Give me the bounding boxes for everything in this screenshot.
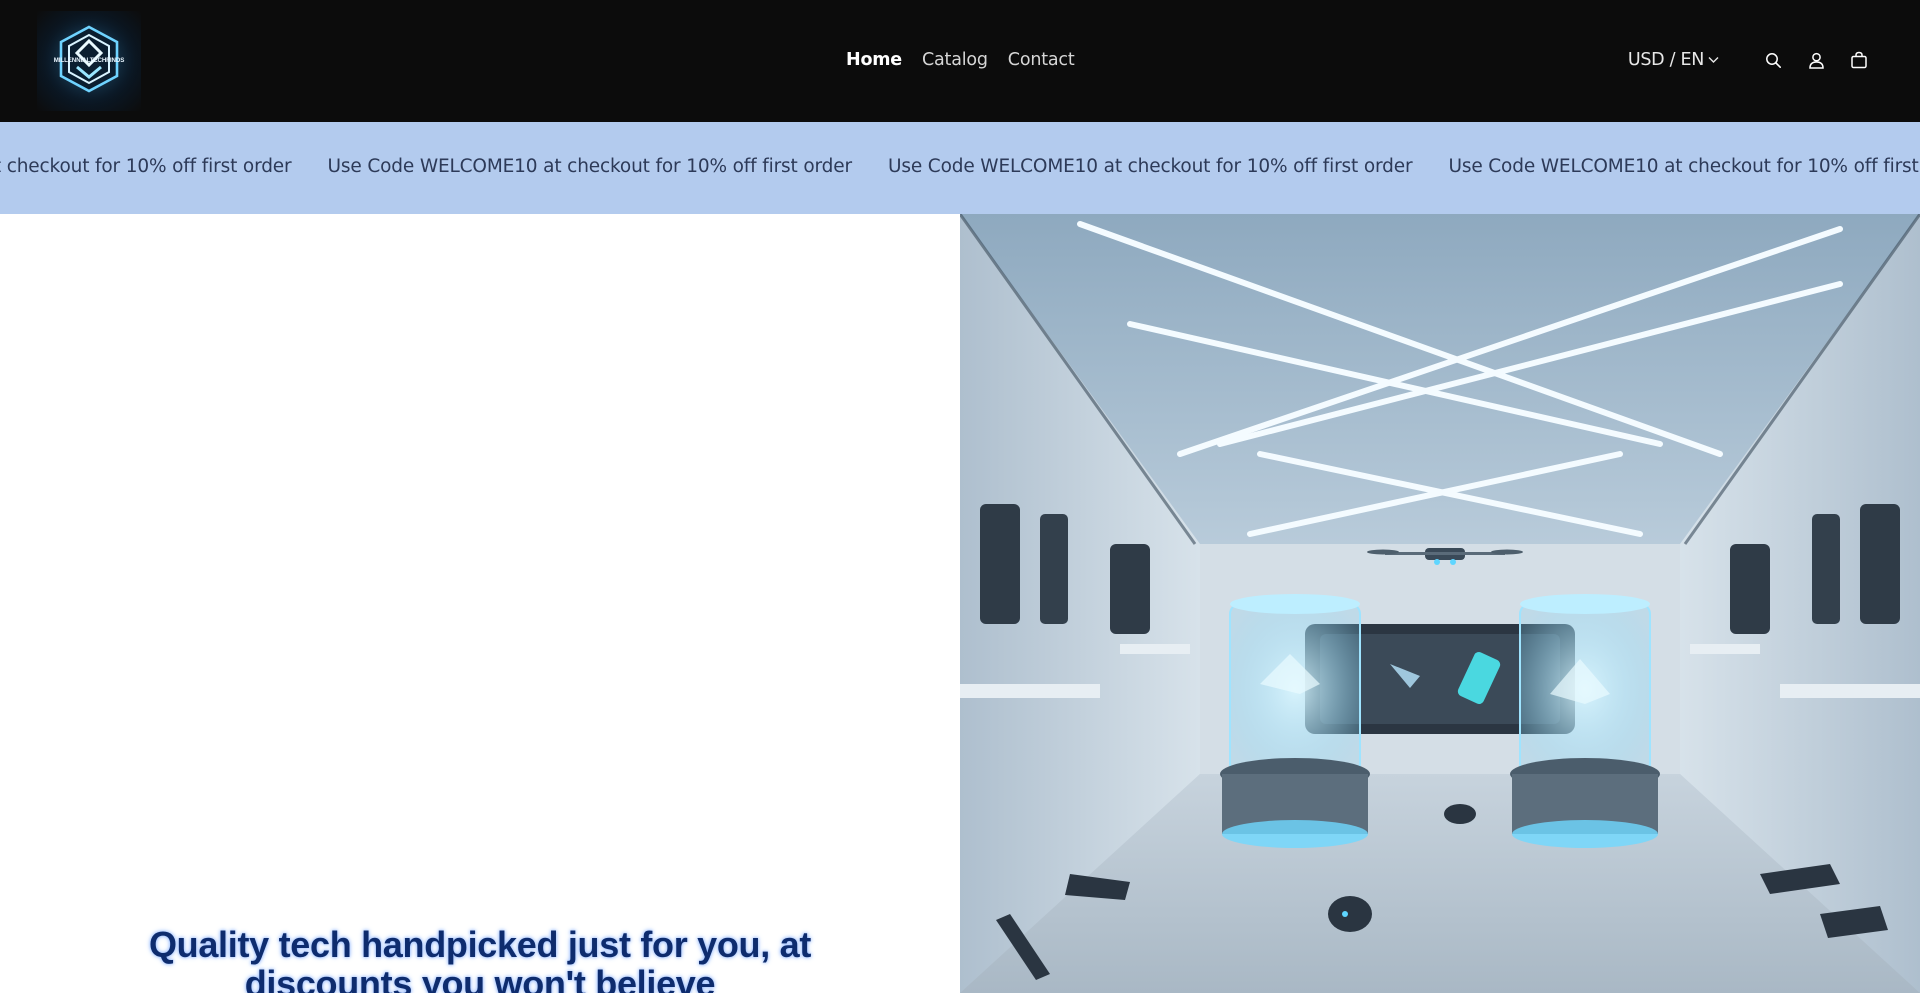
header-actions: USD / EN — [1628, 48, 1870, 72]
nav-contact[interactable]: Contact — [1008, 48, 1075, 72]
announcement-text: Use Code WELCOME10 at checkout for 10% o… — [887, 156, 1413, 177]
chevron-down-icon — [1708, 57, 1719, 63]
announcement-text: Use Code WELCOME10 at checkout for 10% o… — [0, 156, 292, 177]
cart-button[interactable] — [1848, 49, 1870, 71]
locale-label: USD / EN — [1627, 50, 1704, 70]
hero-text-panel — [0, 214, 960, 993]
search-icon — [1765, 52, 1781, 68]
cart-icon — [1851, 51, 1867, 69]
announcement-text: Use Code WELCOME10 at checkout for 10% o… — [327, 156, 852, 177]
announcement-bar: Use Code WELCOME10 at checkout for 10% o… — [0, 122, 1920, 214]
nav-home[interactable]: Home — [846, 48, 902, 72]
account-icon — [1808, 52, 1824, 69]
announcement-marquee: Use Code WELCOME10 at checkout for 10% o… — [0, 155, 1920, 179]
logo-wordmark: MILLENNIALTECHFINDS — [53, 57, 125, 64]
announcement-text: Use Code WELCOME10 at checkout for 10% o… — [1448, 156, 1920, 177]
account-button[interactable] — [1805, 49, 1827, 71]
locale-selector[interactable]: USD / EN — [1628, 48, 1719, 72]
showroom-illustration — [960, 214, 1920, 993]
main-nav: Home Catalog Contact — [846, 48, 1075, 72]
search-button[interactable] — [1762, 49, 1784, 71]
nav-catalog[interactable]: Catalog — [922, 48, 988, 72]
hero-title: Quality tech handpicked just for you, at… — [148, 924, 812, 993]
site-logo[interactable]: MILLENNIALTECHFINDS — [37, 11, 141, 111]
site-header: MILLENNIALTECHFINDS Home Catalog Contact… — [0, 0, 1920, 122]
hero-image — [960, 214, 1920, 993]
